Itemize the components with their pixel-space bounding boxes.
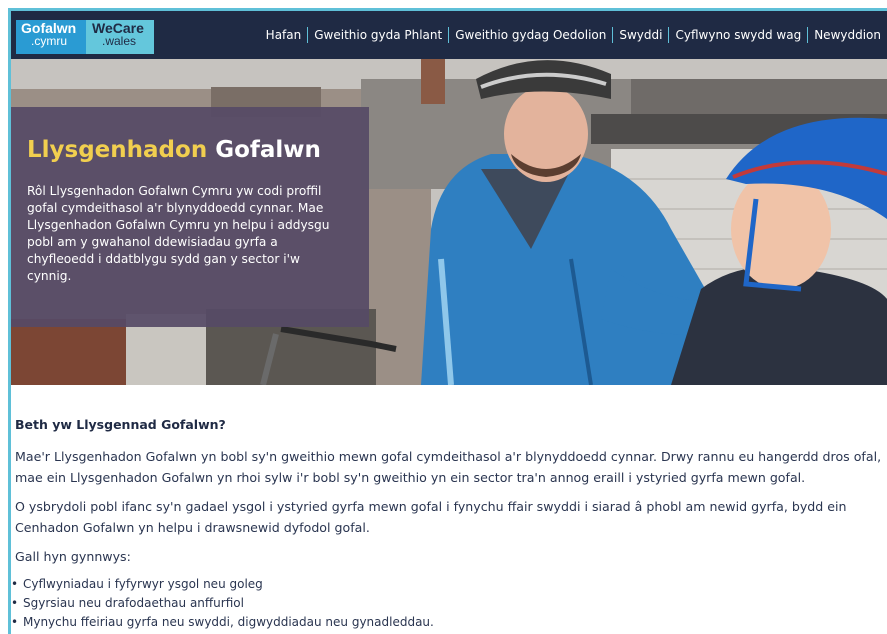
nav-item-jobs[interactable]: Swyddi [612, 27, 668, 43]
logo-gofalwn-domain: .cymru [31, 34, 67, 48]
nav-item-working-with-children[interactable]: Gweithio gyda Phlant [307, 27, 448, 43]
logo-gofalwn: Gofalwn .cymru [16, 20, 86, 54]
hero-title-rest: Gofalwn [215, 137, 321, 163]
hero-text-panel: Llysgenhadon Gofalwn Rôl Llysgenhadon Go… [11, 107, 369, 327]
section-heading: Beth yw Llysgennad Gofalwn? [15, 417, 226, 432]
hero-description: Rôl Llysgenhadon Gofalwn Cymru yw codi p… [27, 184, 330, 283]
logo-wecare: WeCare .wales [86, 20, 154, 54]
page-frame: Gofalwn .cymru WeCare .wales Hafan Gweit… [8, 8, 887, 634]
nav-item-submit-vacancy[interactable]: Cyflwyno swydd wag [668, 27, 807, 43]
nav-item-working-with-adults[interactable]: Gweithio gydag Oedolion [448, 27, 612, 43]
inspire-paragraph: O ysbrydoli pobl ifanc sy'n gadael ysgol… [15, 499, 847, 535]
includes-label: Gall hyn gynnwys: [15, 549, 131, 564]
site-header: Gofalwn .cymru WeCare .wales Hafan Gweit… [11, 11, 887, 59]
list-item: Sgyrsiau neu drafodaethau anffurfiol [11, 594, 887, 613]
nav-item-hafan[interactable]: Hafan [260, 27, 308, 43]
main-nav: Hafan Gweithio gyda Phlant Gweithio gyda… [260, 27, 887, 43]
logo-wecare-domain: .wales [102, 34, 137, 48]
hero-title-highlight: Llysgenhadon [27, 137, 208, 163]
hero-banner: Llysgenhadon Gofalwn Rôl Llysgenhadon Go… [11, 59, 887, 385]
hero-title: Llysgenhadon Gofalwn [27, 135, 353, 165]
nav-item-news[interactable]: Newyddion [807, 27, 887, 43]
list-item: Cyflwyniadau i fyfyrwyr ysgol neu goleg [11, 575, 887, 594]
main-content: Beth yw Llysgennad Gofalwn? Mae'r Llysge… [11, 417, 887, 632]
list-item: Mynychu ffeiriau gyrfa neu swyddi, digwy… [11, 613, 887, 632]
site-logo[interactable]: Gofalwn .cymru WeCare .wales [16, 20, 154, 54]
activities-list: Cyflwyniadau i fyfyrwyr ysgol neu goleg … [11, 575, 887, 632]
intro-paragraph: Mae'r Llysgenhadon Gofalwn yn bobl sy'n … [15, 449, 882, 485]
